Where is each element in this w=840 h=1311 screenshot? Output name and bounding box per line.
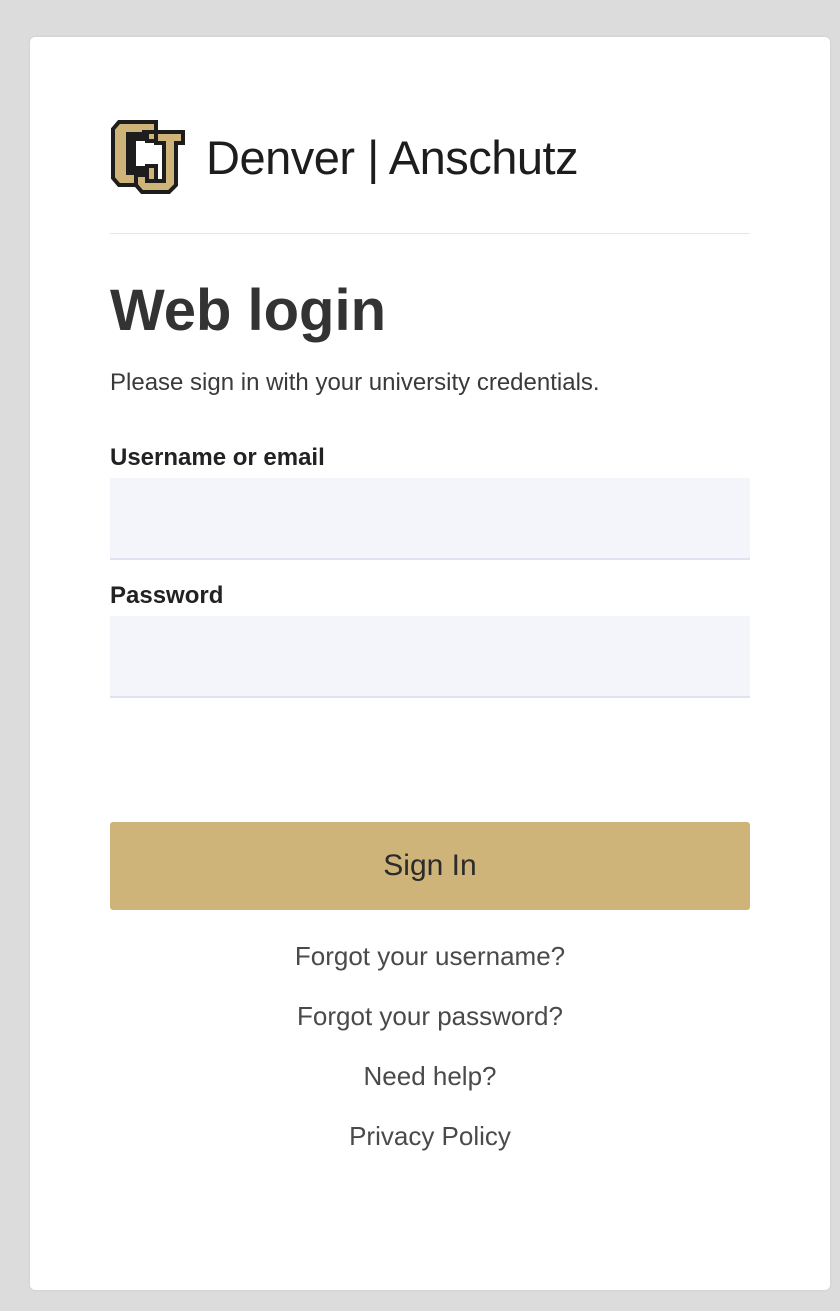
need-help-link[interactable]: Need help? <box>110 1061 750 1121</box>
sign-in-button[interactable]: Sign In <box>110 822 750 910</box>
privacy-policy-link[interactable]: Privacy Policy <box>110 1121 750 1181</box>
username-label: Username or email <box>110 444 325 471</box>
login-card: Denver | Anschutz Web login Please sign … <box>30 37 830 1290</box>
username-input[interactable] <box>110 478 750 560</box>
forgot-password-link[interactable]: Forgot your password? <box>110 1001 750 1061</box>
password-input[interactable] <box>110 616 750 698</box>
header-divider <box>110 233 750 234</box>
help-links: Forgot your username? Forgot your passwo… <box>110 941 750 1181</box>
brand-logo: Denver | Anschutz <box>110 117 630 197</box>
brand-name: Denver | Anschutz <box>206 130 579 184</box>
forgot-username-link[interactable]: Forgot your username? <box>110 941 750 1001</box>
password-label: Password <box>110 582 224 609</box>
page-title: Web login <box>110 278 387 343</box>
cu-logo-icon <box>110 119 186 195</box>
page-subtitle: Please sign in with your university cred… <box>110 369 600 396</box>
